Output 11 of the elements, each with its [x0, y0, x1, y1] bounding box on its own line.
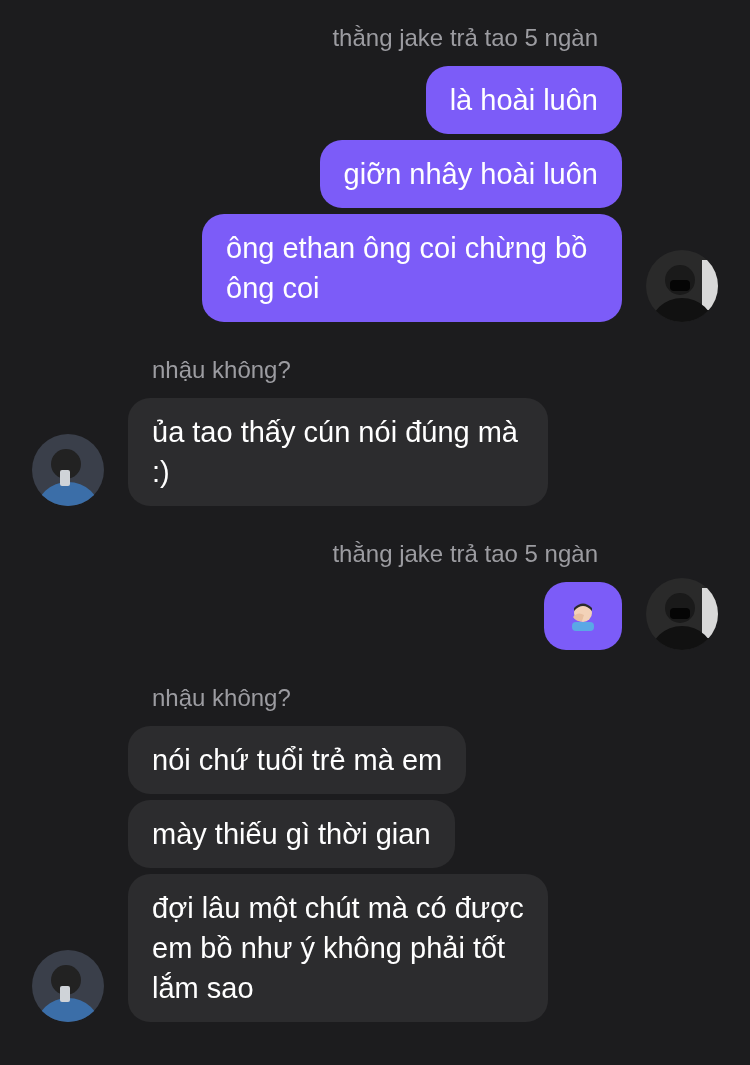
message-bubble: ông ethan ông coi chừng bồ ông coi: [202, 214, 622, 322]
sender-label: thằng jake trả tao 5 ngàn: [331, 539, 599, 569]
message-bubble: nói chứ tuổi trẻ mà em: [128, 726, 467, 794]
message-bubble: là hoài luôn: [425, 66, 622, 134]
message-bubble: giỡn nhây hoài luôn: [319, 140, 622, 208]
sender-label: nhậu không?: [151, 683, 292, 713]
message-bubble: ủa tao thấy cún nói đúng mà :): [128, 398, 548, 506]
sender-label: nhậu không?: [151, 355, 292, 385]
sender-label: thằng jake trả tao 5 ngàn: [331, 23, 599, 53]
message-bubble: mày thiếu gì thời gian: [128, 800, 455, 868]
message-bubble: đợi lâu một chút mà có được em bồ như ý không phải tốt lắm sao: [128, 874, 548, 1022]
